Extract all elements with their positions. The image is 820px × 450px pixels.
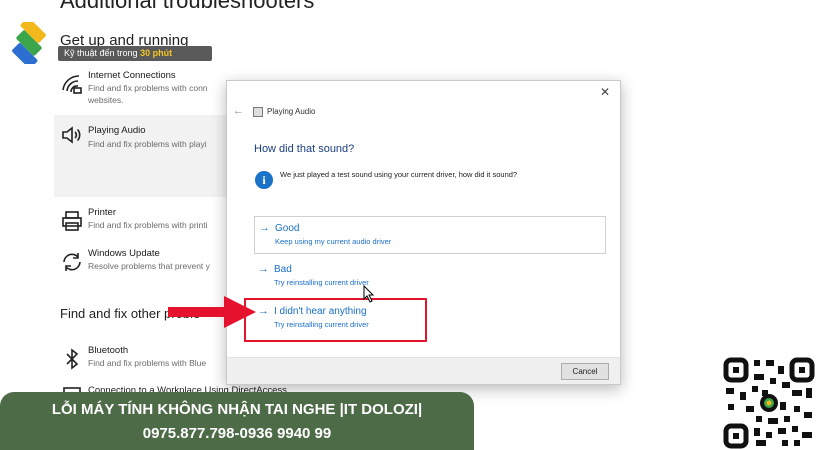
option-good[interactable]: → Good Keep using my current audio drive… [254, 216, 606, 254]
bluetooth-icon [66, 348, 79, 370]
troubleshooter-title: Windows Update [88, 248, 160, 259]
mouse-cursor-icon [363, 285, 375, 303]
printer-icon [62, 211, 82, 231]
brand-logo-icon [12, 22, 46, 64]
arrow-right-icon: → [259, 222, 270, 234]
troubleshooter-bluetooth[interactable]: Bluetooth Find and fix problems with Blu… [54, 345, 234, 375]
arrow-right-icon: → [258, 263, 269, 275]
troubleshooter-playing-audio[interactable]: Playing Audio Find and fix problems with… [54, 115, 234, 197]
qr-code-icon [722, 356, 816, 450]
option-desc: Try reinstalling current driver [274, 278, 369, 287]
troubleshooter-desc: Resolve problems that prevent y [88, 261, 210, 271]
troubleshooter-title: Internet Connections [88, 70, 176, 81]
troubleshooter-app-icon [253, 107, 263, 117]
back-arrow-icon[interactable]: ← [233, 105, 245, 117]
cancel-button[interactable]: Cancel [561, 363, 609, 380]
logo-tagline: Kỹ thuật đến trong 30 phút [58, 46, 212, 61]
speaker-icon [62, 126, 81, 144]
troubleshooter-desc: Find and fix problems with conn websites. [88, 83, 208, 105]
refresh-icon [63, 253, 81, 271]
troubleshooter-desc: Find and fix problems with printi [88, 220, 208, 230]
troubleshooter-printer[interactable]: Printer Find and fix problems with print… [54, 207, 234, 237]
troubleshooter-internet[interactable]: Internet Connections Find and fix proble… [54, 70, 234, 110]
promo-banner: LỖI MÁY TÍNH KHÔNG NHẬN TAI NGHE |IT DOL… [0, 392, 474, 450]
page-heading: Additional troubleshooters [60, 0, 315, 13]
info-icon: i [255, 171, 273, 189]
troubleshooter-title: Playing Audio [88, 125, 146, 136]
option-desc: Keep using my current audio driver [275, 237, 392, 246]
banner-phone: 0975.877.798-0936 9940 99 [142, 425, 332, 442]
close-icon[interactable]: ✕ [598, 85, 612, 99]
troubleshooter-desc: Find and fix problems with playi [88, 139, 207, 149]
annotation-arrow-icon [168, 296, 256, 328]
troubleshooter-windows-update[interactable]: Windows Update Resolve problems that pre… [54, 248, 234, 278]
wifi-icon [62, 75, 82, 94]
option-title: Good [275, 223, 300, 234]
troubleshooter-title: Printer [88, 207, 116, 218]
dialog-heading: How did that sound? [254, 143, 355, 155]
annotation-highlight-box [244, 298, 427, 342]
troubleshooter-title: Bluetooth [88, 345, 129, 356]
dialog-app-title: Playing Audio [267, 107, 316, 116]
option-title: Bad [274, 264, 292, 275]
dialog-footer: Cancel [227, 357, 620, 384]
option-bad[interactable]: → Bad Try reinstalling current driver [254, 258, 606, 296]
dialog-question: We just played a test sound using your c… [280, 170, 518, 179]
troubleshooter-desc: Find and fix problems with Blue [88, 358, 207, 368]
banner-title: LỖI MÁY TÍNH KHÔNG NHẬN TAI NGHE |IT DOL… [51, 401, 423, 418]
